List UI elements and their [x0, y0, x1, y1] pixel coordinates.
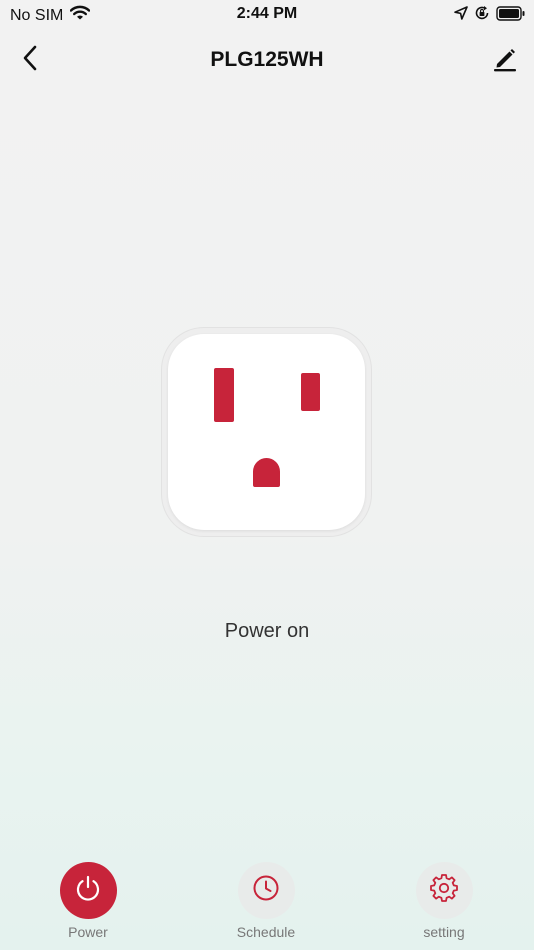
page-title: PLG125WH — [210, 48, 324, 71]
edit-button[interactable] — [488, 44, 522, 76]
outlet-frame — [162, 328, 371, 536]
power-status-text: Power on — [224, 620, 310, 642]
battery-icon — [496, 5, 526, 26]
nav-bar: PLG125WH — [0, 38, 534, 82]
status-right — [454, 5, 526, 26]
tab-power-label: Power — [68, 924, 108, 940]
power-icon — [73, 873, 103, 908]
power-button[interactable] — [59, 862, 117, 919]
orientation-lock-icon — [474, 5, 490, 26]
outlet-toggle[interactable] — [168, 334, 365, 530]
bottom-tab-bar: Power Schedule setting — [0, 858, 534, 950]
tab-schedule[interactable]: Schedule — [216, 862, 316, 940]
schedule-button[interactable] — [237, 862, 295, 919]
location-arrow-icon — [454, 6, 468, 25]
tab-setting-label: setting — [423, 924, 465, 940]
outlet-slot-right — [301, 373, 320, 411]
setting-button[interactable] — [415, 862, 473, 919]
tab-setting[interactable]: setting — [394, 862, 494, 940]
clock-icon — [251, 873, 281, 908]
outlet-ground-hole — [253, 458, 280, 487]
status-bar: No SIM 2:44 PM — [0, 0, 534, 32]
gear-icon — [429, 873, 459, 908]
tab-schedule-label: Schedule — [236, 924, 296, 940]
outlet-slot-left — [214, 368, 234, 422]
tab-power[interactable]: Power — [38, 862, 138, 940]
pencil-icon — [491, 44, 519, 77]
